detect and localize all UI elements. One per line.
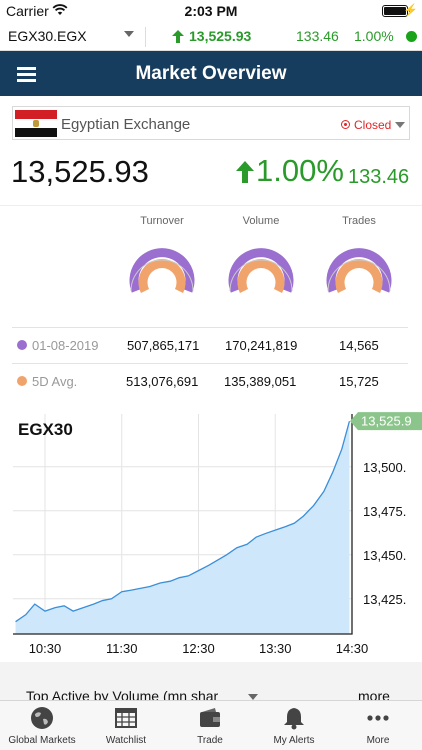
- tab-label: My Alerts: [273, 735, 315, 746]
- tab-label: Global Markets: [8, 735, 76, 746]
- status-bar: Carrier 2:03 PM ⚡: [0, 0, 422, 22]
- index-chart[interactable]: 13,500. 13,475. 13,450. 13,425. 10:30 11:30 12…: [0, 406, 422, 661]
- chart-title: EGX30: [18, 420, 73, 439]
- stats-turnover: 513,076,691: [126, 374, 199, 389]
- volume-gauge: [228, 248, 294, 293]
- wifi-icon: [52, 4, 68, 15]
- closed-status-icon: [341, 120, 350, 129]
- legend-dot-purple: [17, 340, 27, 350]
- x-tick-label: 12:30: [182, 641, 215, 656]
- hamburger-menu-icon[interactable]: [17, 67, 36, 82]
- chevron-down-icon[interactable]: [395, 122, 405, 128]
- points-change: 133.46: [348, 166, 410, 188]
- tab-label: Trade: [197, 735, 223, 746]
- legend-dot-orange: [17, 376, 27, 386]
- more-dots-icon: [367, 715, 389, 721]
- y-tick-label: 13,450.: [363, 548, 406, 563]
- x-tick-label: 11:30: [106, 641, 138, 656]
- market-card: Egyptian Exchange Closed 13,525.93 1.00%…: [0, 96, 422, 662]
- gauge-label-trades: Trades: [342, 215, 376, 227]
- y-tick-label: 13,500.: [363, 460, 406, 475]
- tab-trade[interactable]: Trade: [168, 701, 252, 750]
- stats-trades: 15,725: [339, 374, 379, 389]
- divider: [145, 27, 146, 47]
- tab-more[interactable]: More: [336, 701, 420, 750]
- ticker-strip: EGX30.EGX 13,525.93 133.46 1.00%: [0, 22, 422, 51]
- watchlist-icon: [115, 708, 137, 728]
- egypt-flag-icon: [15, 110, 57, 137]
- charging-icon: ⚡: [403, 3, 418, 17]
- page-title: Market Overview: [135, 63, 287, 84]
- tab-watchlist[interactable]: Watchlist: [84, 701, 168, 750]
- stats-date: 01-08-2019: [32, 338, 99, 353]
- chevron-down-icon[interactable]: [124, 31, 134, 37]
- turnover-gauge: [129, 248, 195, 293]
- y-tick-label: 13,475.: [363, 504, 406, 519]
- ticker-change: 133.46: [296, 28, 339, 44]
- market-status: Closed: [354, 118, 392, 132]
- divider: [0, 205, 422, 206]
- x-tick-label: 14:30: [336, 641, 369, 656]
- stats-volume: 170,241,819: [225, 338, 298, 353]
- last-price-label: 13,525.9: [361, 414, 412, 429]
- nav-bar: Market Overview: [0, 51, 422, 96]
- percent-change: 1.00%: [256, 153, 344, 188]
- wallet-icon: [200, 708, 220, 727]
- stats-row-5d: 5D Avg. 513,076,691 135,389,051 15,725: [12, 363, 408, 399]
- tab-bar: Global Markets Watchlist Trade My Alerts…: [0, 700, 422, 750]
- x-tick-label: 10:30: [29, 641, 62, 656]
- chart-area: [15, 421, 350, 634]
- arrow-up-icon: [172, 30, 184, 43]
- x-tick-label: 13:30: [259, 641, 292, 656]
- stats-turnover: 507,865,171: [127, 338, 200, 353]
- tab-my-alerts[interactable]: My Alerts: [252, 701, 336, 750]
- ticker-symbol[interactable]: EGX30.EGX: [8, 28, 87, 44]
- arrow-up-icon: [236, 161, 254, 183]
- exchange-selector[interactable]: Egyptian Exchange Closed: [12, 106, 410, 140]
- exchange-name: Egyptian Exchange: [61, 116, 191, 133]
- index-value: 13,525.93: [11, 154, 149, 189]
- gauge-label-turnover: Turnover: [140, 215, 184, 227]
- tab-label: More: [366, 735, 390, 746]
- stats-avg-label: 5D Avg.: [32, 374, 78, 389]
- gauge-label-volume: Volume: [242, 215, 280, 227]
- carrier-label: Carrier: [6, 3, 49, 19]
- ticker-last-price: 13,525.93: [189, 28, 252, 44]
- tab-label: Watchlist: [105, 735, 147, 746]
- ticker-percent: 1.00%: [354, 28, 394, 44]
- tab-global-markets[interactable]: Global Markets: [0, 701, 84, 750]
- stats-volume: 135,389,051: [224, 374, 297, 389]
- globe-icon: [31, 707, 53, 729]
- trades-gauge: [326, 248, 392, 293]
- stats-trades: 14,565: [339, 338, 379, 353]
- market-status-dot: [406, 31, 417, 42]
- bell-icon: [284, 708, 304, 730]
- y-tick-label: 13,425.: [363, 592, 406, 607]
- stats-row-today: 01-08-2019 507,865,171 170,241,819 14,56…: [12, 327, 408, 363]
